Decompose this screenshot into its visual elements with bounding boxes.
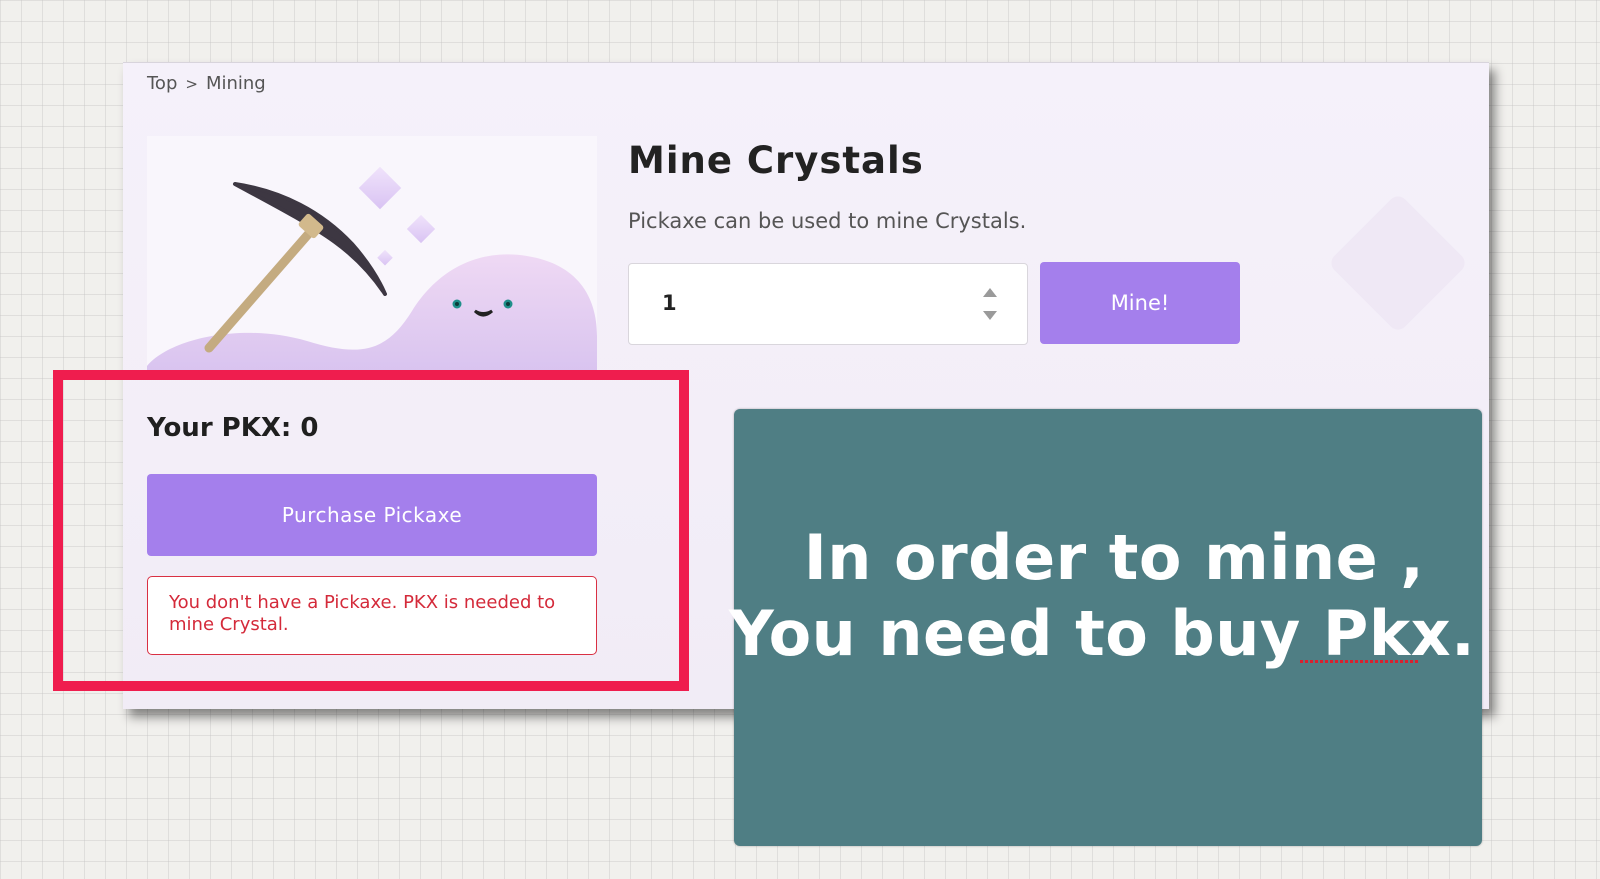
annotation-line-1: In order to mine , — [803, 521, 1425, 594]
breadcrumb: Top > Mining — [147, 73, 266, 94]
page-description: Pickaxe can be used to mine Crystals. — [628, 209, 1027, 233]
background-diamond-decoration — [1327, 192, 1469, 334]
stepper-controls — [983, 284, 997, 326]
spellcheck-underline — [1300, 660, 1418, 663]
stepper-down-icon[interactable] — [983, 311, 997, 320]
mining-illustration-graphic — [147, 166, 597, 376]
pickaxe-icon — [204, 182, 387, 353]
mining-illustration — [147, 136, 597, 376]
annotation-panel: In order to mine , You need to buy Pkx. — [729, 409, 1482, 846]
breadcrumb-separator: > — [185, 75, 198, 93]
quantity-value: 1 — [662, 291, 677, 315]
highlight-frame — [53, 370, 689, 691]
breadcrumb-item-mining: Mining — [205, 73, 266, 94]
breadcrumb-item-top[interactable]: Top — [147, 73, 177, 94]
mine-button[interactable]: Mine! — [1040, 262, 1240, 344]
quantity-stepper[interactable]: 1 — [628, 263, 1028, 345]
crystal-icon — [358, 166, 436, 266]
stepper-up-icon[interactable] — [983, 288, 997, 297]
page-title: Mine Crystals — [628, 139, 924, 182]
